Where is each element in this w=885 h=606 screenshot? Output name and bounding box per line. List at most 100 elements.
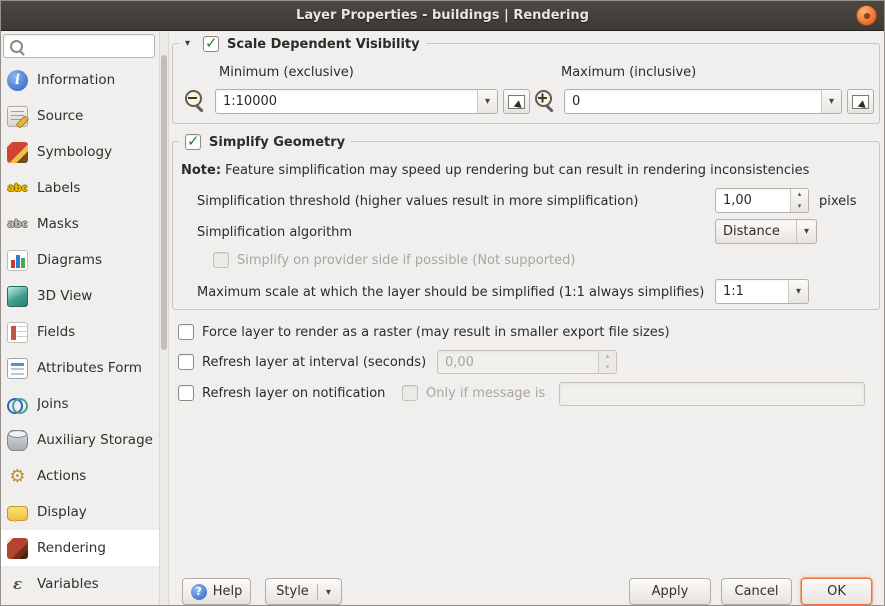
attributes-form-icon [7, 357, 28, 379]
scrollbar-thumb[interactable] [161, 55, 167, 350]
sidebar-item-symbology[interactable]: Symbology [0, 134, 159, 170]
zoom-in-button[interactable] [532, 88, 559, 114]
refresh-interval-label: Refresh layer at interval (seconds) [202, 354, 427, 370]
refresh-interval-value: 0,00 [445, 354, 474, 370]
maximum-label: Maximum (inclusive) [561, 65, 697, 80]
fields-icon [7, 321, 28, 343]
sidebar-item-label: Actions [37, 468, 87, 484]
information-icon [7, 69, 28, 91]
sidebar-item-source[interactable]: Source [0, 98, 159, 134]
ok-button[interactable]: OK [801, 578, 872, 605]
cancel-button-label: Cancel [734, 584, 779, 599]
sidebar: Information Source Symbology Labels Masks Dia… [0, 30, 159, 606]
chevron-down-icon[interactable] [821, 90, 841, 113]
provider-simplify-row: Simplify on provider side if possible (N… [213, 252, 575, 268]
sidebar-item-label: Variables [37, 576, 99, 592]
spin-buttons [790, 189, 808, 212]
algorithm-combo[interactable]: Distance [715, 219, 817, 244]
sidebar-item-joins[interactable]: Joins [0, 386, 159, 422]
actions-icon [7, 466, 28, 487]
algorithm-label: Simplification algorithm [197, 225, 353, 240]
sidebar-item-information[interactable]: Information [0, 62, 159, 98]
sidebar-item-masks[interactable]: Masks [0, 206, 159, 242]
provider-simplify-checkbox [213, 252, 229, 268]
sidebar-item-auxiliary-storage[interactable]: Auxiliary Storage [0, 422, 159, 458]
simplify-geometry-checkbox[interactable] [185, 132, 201, 150]
sidebar-item-label: Diagrams [37, 252, 102, 268]
map-canvas-icon [508, 94, 525, 109]
zoom-out-button[interactable] [182, 88, 209, 114]
only-if-message-row: Only if message is [402, 385, 545, 401]
symbology-icon [7, 141, 28, 163]
scale-visibility-checkbox[interactable] [203, 34, 219, 52]
sidebar-item-label: Display [37, 504, 87, 520]
provider-simplify-label: Simplify on provider side if possible (N… [237, 252, 576, 268]
variables-icon [7, 574, 28, 595]
refresh-interval-row: Refresh layer at interval (seconds) [178, 354, 426, 370]
search-box [3, 34, 155, 58]
sidebar-item-diagrams[interactable]: Diagrams [0, 242, 159, 278]
button-separator [316, 583, 318, 600]
help-icon [190, 583, 207, 600]
only-if-message-label: Only if message is [426, 385, 546, 401]
close-button[interactable] [856, 5, 877, 26]
threshold-spinbox[interactable]: 1,00 [715, 188, 809, 213]
collapse-arrow-icon[interactable] [185, 39, 195, 49]
note-text: Feature simplification may speed up rend… [221, 163, 810, 178]
spin-down-icon[interactable] [791, 201, 808, 213]
chevron-down-icon[interactable] [788, 280, 808, 303]
sidebar-item-3d-view[interactable]: 3D View [0, 278, 159, 314]
chevron-down-icon[interactable] [477, 90, 497, 113]
sidebar-item-fields[interactable]: Fields [0, 314, 159, 350]
minimum-label: Minimum (exclusive) [219, 65, 354, 80]
force-raster-checkbox[interactable] [178, 324, 194, 340]
map-canvas-icon [852, 94, 869, 109]
note-prefix: Note: [181, 163, 222, 178]
set-min-scale-from-canvas-button[interactable] [503, 89, 530, 114]
maximum-scale-combo[interactable]: 0 [564, 89, 842, 114]
sidebar-item-label: Fields [37, 324, 76, 340]
apply-button-label: Apply [651, 584, 689, 599]
style-button[interactable]: Style [265, 578, 342, 605]
sidebar-item-labels[interactable]: Labels [0, 170, 159, 206]
sidebar-scrollbar[interactable] [159, 31, 169, 605]
spin-buttons [598, 351, 616, 373]
refresh-notification-label: Refresh layer on notification [202, 385, 386, 401]
max-simplify-scale-label: Maximum scale at which the layer should … [197, 285, 705, 300]
chevron-down-icon[interactable] [796, 220, 816, 243]
sidebar-item-variables[interactable]: Variables [0, 566, 159, 602]
refresh-notification-row: Refresh layer on notification [178, 385, 385, 401]
set-max-scale-from-canvas-button[interactable] [847, 89, 874, 114]
refresh-notification-checkbox[interactable] [178, 385, 194, 401]
spin-up-icon[interactable] [791, 189, 808, 201]
diagrams-icon [7, 249, 28, 271]
cancel-button[interactable]: Cancel [721, 578, 792, 605]
zoom-in-icon [534, 89, 558, 113]
simplify-geometry-legend: Simplify Geometry [179, 132, 352, 152]
search-input[interactable] [23, 38, 154, 54]
only-if-message-checkbox [402, 385, 418, 401]
minimum-scale-combo[interactable]: 1:10000 [215, 89, 498, 114]
sidebar-items: Information Source Symbology Labels Masks Dia… [0, 62, 159, 602]
threshold-unit-label: pixels [819, 194, 857, 209]
force-raster-row: Force layer to render as a raster (may r… [178, 324, 670, 340]
sidebar-item-attributes-form[interactable]: Attributes Form [0, 350, 159, 386]
window-title: Layer Properties - buildings | Rendering [296, 7, 589, 23]
view3d-icon [7, 285, 28, 307]
sidebar-item-rendering[interactable]: Rendering [0, 530, 159, 566]
sidebar-item-label: Rendering [37, 540, 106, 556]
max-simplify-scale-combo[interactable]: 1:1 [715, 279, 809, 304]
rendering-icon [7, 537, 28, 559]
masks-icon [7, 214, 28, 235]
scale-visibility-legend: Scale Dependent Visibility [179, 34, 426, 54]
help-button[interactable]: Help [182, 578, 251, 605]
sidebar-item-label: Source [37, 108, 84, 124]
apply-button[interactable]: Apply [629, 578, 711, 605]
sidebar-item-label: Masks [37, 216, 79, 232]
sidebar-item-actions[interactable]: Actions [0, 458, 159, 494]
search-icon [10, 39, 23, 53]
chevron-down-icon [326, 584, 331, 599]
sidebar-item-display[interactable]: Display [0, 494, 159, 530]
refresh-interval-checkbox[interactable] [178, 354, 194, 370]
simplify-geometry-group: Simplify Geometry Note: Feature simplifi… [172, 132, 880, 310]
